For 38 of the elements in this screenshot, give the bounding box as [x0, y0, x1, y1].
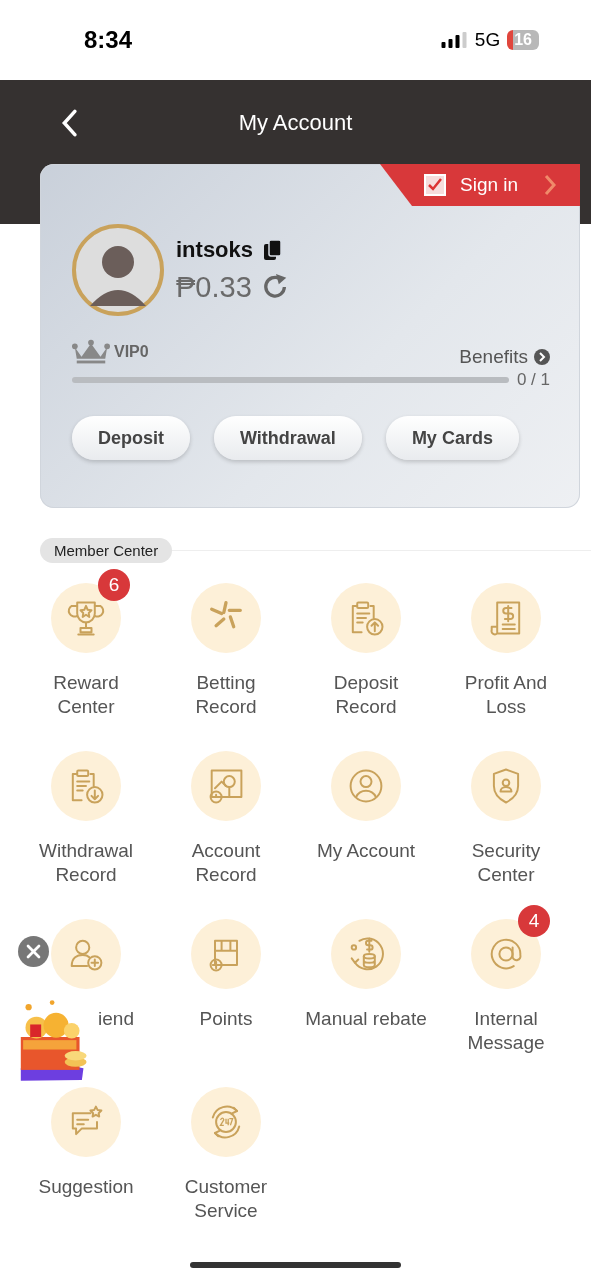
close-icon[interactable] [18, 936, 49, 967]
menu-label[interactable]: Withdrawal Record [23, 839, 149, 887]
menu-label[interactable]: Points [163, 1007, 289, 1031]
action-button[interactable]: Deposit [72, 416, 190, 460]
username: intsoks [176, 236, 254, 263]
battery-icon: 16 [507, 30, 539, 50]
count-badge: 6 [98, 569, 130, 601]
action-button[interactable]: Withdrawal [214, 416, 362, 460]
menu-label[interactable]: Manual rebate [303, 1007, 429, 1031]
sign-in-button[interactable]: Sign in [380, 164, 580, 206]
action-button[interactable]: My Cards [385, 416, 519, 460]
vip-level: VIP0 [114, 343, 149, 361]
menu-label[interactable]: Deposit Record [303, 671, 429, 719]
count-badge: 4 [518, 905, 550, 937]
network-label: 5G [474, 29, 501, 51]
back-icon[interactable] [60, 109, 78, 137]
copy-icon[interactable] [263, 238, 284, 261]
progress-reading: 0 / 1 [516, 370, 550, 390]
menu-label[interactable]: Betting Record [163, 671, 289, 719]
section-label: Member Center [40, 538, 173, 563]
menu-label[interactable]: Account Record [163, 839, 289, 887]
menu-label[interactable]: Suggestion [23, 1175, 149, 1199]
menu-label[interactable]: Customer Service [163, 1175, 289, 1223]
checkbox-icon [424, 174, 446, 196]
balance-amount: ₱0.33 [176, 270, 252, 304]
benefits-link[interactable]: Benefits [459, 346, 550, 368]
signal-icon [440, 32, 468, 48]
menu-label[interactable]: My Account [303, 839, 429, 863]
page-title: My Account [237, 110, 354, 136]
menu-label[interactable]: Internal Message [443, 1007, 569, 1055]
menu-label[interactable]: Reward Center [23, 671, 149, 719]
chevron-icon [544, 174, 557, 196]
crown-icon [72, 339, 110, 365]
menu-label[interactable]: Profit And Loss [443, 671, 569, 719]
menu-label[interactable]: iend [98, 1007, 134, 1031]
chevron-circle-icon [534, 349, 550, 365]
menu-label[interactable]: Security Center [443, 839, 569, 887]
status-time: 8:34 [84, 26, 133, 54]
